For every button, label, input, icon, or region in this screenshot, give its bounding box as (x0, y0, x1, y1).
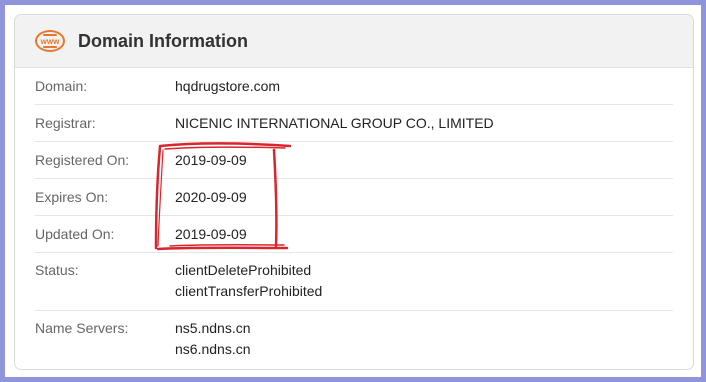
info-rows: Domain: hqdrugstore.com Registrar: NICEN… (15, 68, 693, 368)
row-updated-on: Updated On: 2019-09-09 (35, 216, 673, 253)
expires-on-label: Expires On: (35, 188, 109, 205)
updated-on-label: Updated On: (35, 225, 115, 242)
row-registered-on: Registered On: 2019-09-09 (35, 142, 673, 179)
card-header: www Domain Information (15, 15, 693, 68)
status-values: clientDeleteProhibited clientTransferPro… (175, 260, 322, 302)
domain-value: hqdrugstore.com (175, 77, 281, 94)
domain-information-card: www Domain Information Domain: hqdrugsto… (14, 14, 694, 370)
name-server-1: ns5.ndns.cn (175, 320, 251, 336)
status-value-2: clientTransferProhibited (175, 283, 323, 299)
row-name-servers: Name Servers: ns5.ndns.cn ns6.ndns.cn (35, 311, 673, 368)
status-value-1: clientDeleteProhibited (175, 262, 312, 278)
name-servers-values: ns5.ndns.cn ns6.ndns.cn (175, 318, 251, 360)
card-title: Domain Information (78, 30, 248, 51)
www-icon-text: www (40, 36, 60, 46)
row-expires-on: Expires On: 2020-09-09 (35, 179, 673, 216)
updated-on-value: 2019-09-09 (175, 225, 247, 242)
registrar-label: Registrar: (35, 114, 96, 131)
status-label: Status: (35, 262, 79, 278)
registered-on-value: 2019-09-09 (175, 151, 247, 168)
expires-on-value: 2020-09-09 (175, 188, 247, 205)
name-server-2: ns6.ndns.cn (175, 341, 251, 357)
domain-label: Domain: (35, 77, 88, 94)
registered-on-label: Registered On: (35, 151, 130, 168)
row-status: Status: clientDeleteProhibited clientTra… (35, 253, 673, 311)
www-globe-icon: www (35, 30, 65, 52)
registrar-value: NICENIC INTERNATIONAL GROUP CO., LIMITED (175, 114, 494, 131)
row-registrar: Registrar: NICENIC INTERNATIONAL GROUP C… (35, 105, 673, 142)
name-servers-label: Name Servers: (35, 320, 129, 336)
row-domain: Domain: hqdrugstore.com (35, 68, 673, 105)
